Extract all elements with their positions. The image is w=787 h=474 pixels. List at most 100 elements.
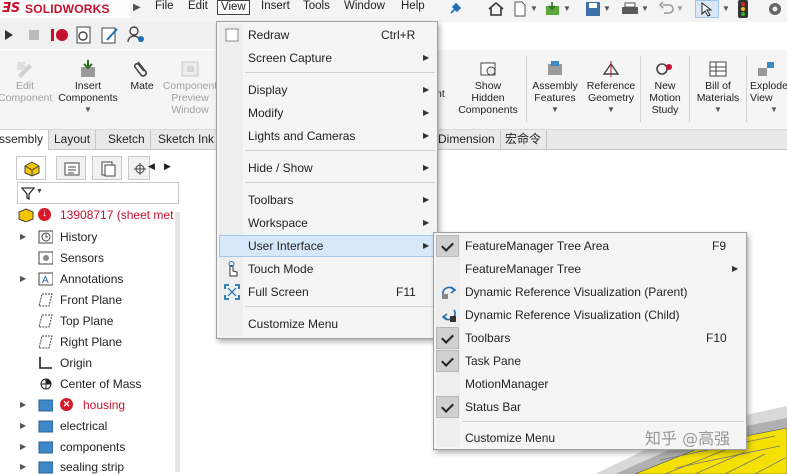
select-button[interactable] <box>695 0 719 18</box>
configuration-manager-tab[interactable] <box>92 156 122 180</box>
menu-item-featuremanager-tree[interactable]: FeatureManager Tree ▶ <box>436 258 744 280</box>
expand-arrow-icon[interactable]: ▶ <box>20 395 26 415</box>
menu-item-featuremanager-tree-area[interactable]: FeatureManager Tree Area F9 <box>436 235 744 257</box>
tree-filter-field[interactable]: ▼ <box>17 182 179 204</box>
edit-macro-icon[interactable] <box>101 26 119 44</box>
show-hidden-components-button[interactable]: Show Hidden Components <box>452 60 524 116</box>
tree-item-history[interactable]: ▶ History <box>14 227 184 247</box>
open-icon[interactable] <box>544 1 562 17</box>
menu-item-customize-menu[interactable]: Customize Menu <box>219 313 435 335</box>
reference-geometry-dropdown-icon[interactable]: ▼ <box>583 104 639 116</box>
insert-components-button[interactable]: Insert Components ▼ <box>52 60 124 116</box>
menu-item-dynamic-reference-parent[interactable]: Dynamic Reference Visualization (Parent) <box>436 281 744 303</box>
select-dropdown-icon[interactable]: ▼ <box>722 4 730 13</box>
mate-button[interactable]: Mate <box>124 60 160 92</box>
play-icon[interactable] <box>4 29 14 41</box>
expand-arrow-icon[interactable]: ▶ <box>20 227 26 247</box>
menu-item-task-pane[interactable]: Task Pane <box>436 350 744 372</box>
new-motion-study-button[interactable]: New Motion Study <box>642 60 688 116</box>
tree-item-housing[interactable]: ▶ ✕ housing <box>14 395 184 415</box>
menu-item-toolbars[interactable]: Toolbars F10 <box>436 327 744 349</box>
tree-root-row[interactable]: ↓ 13908717 (sheet met <box>14 205 184 225</box>
filter-funnel-icon[interactable] <box>21 186 35 200</box>
menu-item-full-screen[interactable]: Full Screen F11 <box>219 281 435 303</box>
property-manager-tab[interactable] <box>56 156 86 180</box>
scroll-left-icon[interactable]: ◀ <box>148 161 155 172</box>
record-icon[interactable] <box>51 28 69 42</box>
tree-item-sensors[interactable]: Sensors <box>14 248 184 268</box>
tree-item-right-plane[interactable]: Right Plane <box>14 332 184 352</box>
home-icon[interactable] <box>487 1 505 17</box>
menu-item-dynamic-reference-child[interactable]: Dynamic Reference Visualization (Child) <box>436 304 744 326</box>
tree-item-components[interactable]: ▶ components <box>14 437 184 457</box>
menu-item-screen-capture[interactable]: Screen Capture ▶ <box>219 47 435 69</box>
macro-icon[interactable] <box>76 26 92 44</box>
menu-item-workspace[interactable]: Workspace ▶ <box>219 212 435 234</box>
menu-item-motionmanager[interactable]: MotionManager <box>436 373 744 395</box>
tree-item-sealing-strip[interactable]: ▶ sealing strip <box>14 457 184 474</box>
plane-icon <box>38 293 53 307</box>
menu-file[interactable]: File <box>152 0 177 15</box>
tab-sketch[interactable]: Sketch <box>103 130 151 150</box>
filter-dropdown-icon[interactable]: ▼ <box>36 188 43 195</box>
tab-sketch-ink[interactable]: Sketch Ink <box>153 130 221 150</box>
menu-item-display[interactable]: Display ▶ <box>219 79 435 101</box>
options-gear-icon[interactable] <box>766 1 784 17</box>
undo-icon[interactable] <box>658 1 674 17</box>
explode-view-button[interactable]: Explode View ▼ <box>750 60 787 116</box>
menu-item-modify[interactable]: Modify ▶ <box>219 102 435 124</box>
tree-item-electrical[interactable]: ▶ electrical <box>14 416 184 436</box>
expand-arrow-icon[interactable]: ▶ <box>20 416 26 436</box>
menu-item-touch-mode[interactable]: Touch Mode <box>219 258 435 280</box>
traffic-light-icon[interactable] <box>737 0 749 18</box>
insert-components-dropdown-icon[interactable]: ▼ <box>52 104 124 116</box>
menu-item-hide-show[interactable]: Hide / Show ▶ <box>219 157 435 179</box>
tree-item-front-plane[interactable]: Front Plane <box>14 290 184 310</box>
stop-icon[interactable] <box>29 30 39 40</box>
new-dropdown-icon[interactable]: ▼ <box>530 4 538 13</box>
expand-arrow-icon[interactable]: ▶ <box>20 457 26 474</box>
tab-layout[interactable]: Layout <box>49 130 97 150</box>
expand-arrow-icon[interactable]: ▶ <box>20 437 26 457</box>
assembly-features-dropdown-icon[interactable]: ▼ <box>528 104 582 116</box>
menu-window[interactable]: Window <box>341 0 388 15</box>
expand-arrow-icon[interactable]: ▶ <box>20 269 26 289</box>
menu-item-toolbars[interactable]: Toolbars ▶ <box>219 189 435 211</box>
print-icon[interactable] <box>620 1 640 17</box>
tree-item-center-of-mass[interactable]: Center of Mass <box>14 374 184 394</box>
explode-view-dropdown-icon[interactable]: ▼ <box>770 104 787 116</box>
menu-view[interactable]: View <box>217 0 250 15</box>
tab-dimension[interactable]: Dimension <box>433 130 501 150</box>
component-preview-button[interactable]: Component Preview Window <box>162 60 218 116</box>
feature-manager-tab[interactable] <box>16 156 46 180</box>
menu-item-lights-and-cameras[interactable]: Lights and Cameras ▶ <box>219 125 435 147</box>
undo-dropdown-icon[interactable]: ▼ <box>676 4 684 13</box>
scroll-right-icon[interactable]: ▶ <box>164 161 171 172</box>
menu-item-redraw[interactable]: Redraw Ctrl+R <box>219 24 435 46</box>
open-dropdown-icon[interactable]: ▼ <box>563 4 571 13</box>
print-dropdown-icon[interactable]: ▼ <box>641 4 649 13</box>
edit-component-button[interactable]: Edit Component <box>0 60 52 104</box>
save-dropdown-icon[interactable]: ▼ <box>603 4 611 13</box>
tree-item-origin[interactable]: Origin <box>14 353 184 373</box>
save-icon[interactable] <box>585 1 601 17</box>
bill-of-materials-dropdown-icon[interactable]: ▼ <box>691 104 745 116</box>
pin-icon[interactable] <box>448 2 462 16</box>
reference-geometry-button[interactable]: Reference Geometry ▼ <box>583 60 639 116</box>
menu-item-status-bar[interactable]: Status Bar <box>436 396 744 418</box>
dim-xpert-tab[interactable] <box>128 156 150 180</box>
logo-arrow-icon[interactable]: ▶ <box>133 2 141 13</box>
menu-edit[interactable]: Edit <box>185 0 211 15</box>
bill-of-materials-button[interactable]: Bill of Materials ▼ <box>691 60 745 116</box>
menu-tools[interactable]: Tools <box>300 0 333 15</box>
menu-item-user-interface[interactable]: User Interface ▶ <box>219 235 435 257</box>
tree-item-annotations[interactable]: ▶ A Annotations <box>14 269 184 289</box>
menu-insert[interactable]: Insert <box>258 0 293 15</box>
tab-macro[interactable]: 宏命令 <box>500 130 548 150</box>
menu-help[interactable]: Help <box>398 0 428 15</box>
assembly-features-button[interactable]: Assembly Features ▼ <box>528 60 582 116</box>
new-document-icon[interactable] <box>512 1 528 17</box>
tree-item-top-plane[interactable]: Top Plane <box>14 311 184 331</box>
user-icon[interactable] <box>126 25 146 45</box>
tab-assembly[interactable]: Assembly <box>0 130 50 150</box>
